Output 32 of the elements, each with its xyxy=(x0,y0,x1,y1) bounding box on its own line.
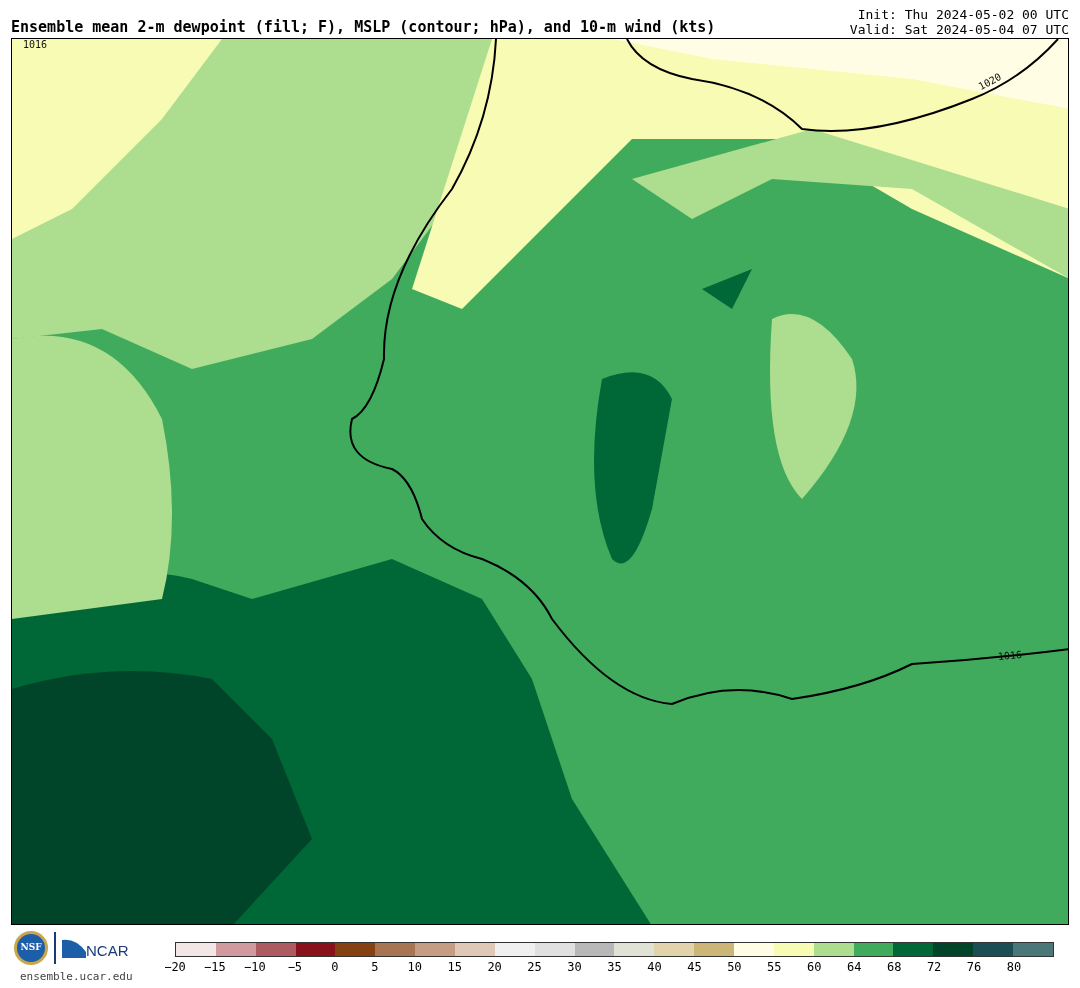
nsf-logo: NSF xyxy=(14,931,48,965)
tick-label: 0 xyxy=(331,961,339,973)
tick-label: 25 xyxy=(527,961,542,973)
tick-label: 55 xyxy=(767,961,782,973)
tick-label: 35 xyxy=(607,961,622,973)
run-time-text: Init: Thu 2024-05-02 00 UTC xyxy=(857,7,1069,22)
tick-label: −15 xyxy=(204,961,226,973)
ncar-logo: NCAR xyxy=(86,940,129,961)
tick-label: 30 xyxy=(567,961,582,973)
tick-label: 76 xyxy=(966,961,982,973)
tick-label: 15 xyxy=(447,961,462,973)
tick-label: 72 xyxy=(926,961,942,973)
tick-label: 80 xyxy=(1006,961,1022,973)
tick-label: 20 xyxy=(487,961,502,973)
tick-label: −20 xyxy=(164,961,186,973)
tick-label: 68 xyxy=(886,961,902,973)
tick-label: −10 xyxy=(244,961,266,973)
tick-label: 40 xyxy=(647,961,662,973)
tick-label: 60 xyxy=(807,961,822,973)
contour-label: 1020 xyxy=(976,71,1004,93)
tick-label: 45 xyxy=(687,961,702,973)
tick-label: 5 xyxy=(371,961,379,973)
tick-label: 10 xyxy=(407,961,422,973)
figure-title: Ensemble mean 2-m dewpoint (fill; F), MSLP (contour; hPa), and 10-m wind (kts) xyxy=(11,20,716,38)
contour-label: 1016 xyxy=(22,40,49,50)
website-url: ensemble.ucar.edu xyxy=(19,969,134,985)
run-time-text: Valid: Sat 2024-05-04 07 UTC xyxy=(849,22,1069,37)
tick-label: −5 xyxy=(287,961,303,973)
arc-icon xyxy=(62,938,86,958)
contour-label: 1016 xyxy=(996,649,1024,663)
tick-label: 50 xyxy=(727,961,742,973)
tick-label: 64 xyxy=(847,961,862,973)
